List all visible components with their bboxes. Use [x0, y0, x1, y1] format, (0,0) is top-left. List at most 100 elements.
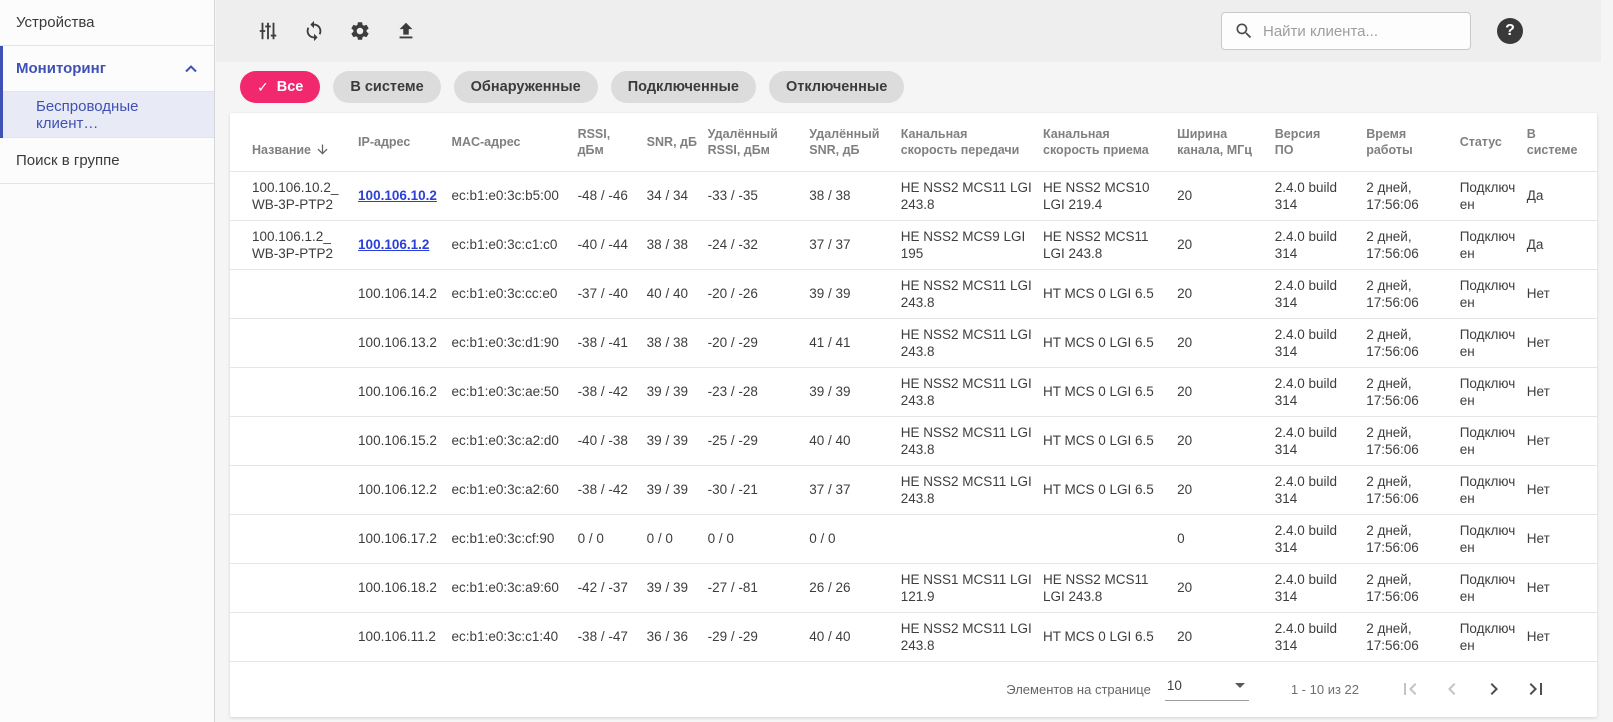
cell-ip-address: 100.106.14.2: [358, 269, 452, 318]
cell-remote-snr: 26 / 26: [809, 563, 900, 612]
last-page-button[interactable]: [1523, 676, 1549, 702]
sidebar-item-label: Устройства: [16, 14, 94, 31]
column-header-status[interactable]: Статус: [1460, 113, 1527, 171]
cell-tx-rate: HE NSS2 MCS11 LGI 243.8: [901, 465, 1043, 514]
cell-snr: 0 / 0: [647, 514, 708, 563]
cell-snr: 39 / 39: [647, 465, 708, 514]
cell-in-system: Да: [1527, 220, 1597, 269]
cell-remote-snr: 40 / 40: [809, 416, 900, 465]
cell-name: 100.106.1.2_ WB-3P-PTP2: [230, 220, 358, 269]
filter-settings-button[interactable]: [256, 19, 280, 43]
cell-snr: 39 / 39: [647, 563, 708, 612]
cell-name: [230, 563, 358, 612]
column-header-name[interactable]: Название: [230, 113, 358, 171]
clients-table: Название IP-адрес MAC-адрес RSSI, дБм SN…: [230, 113, 1597, 661]
column-header-snr[interactable]: SNR, дБ: [647, 113, 708, 171]
filter-chip-in-system[interactable]: В системе: [333, 71, 440, 103]
sidebar-item-wireless-clients[interactable]: Беспроводные клиент…: [3, 92, 214, 138]
cell-ip-address: 100.106.16.2: [358, 367, 452, 416]
column-header-remote-rssi[interactable]: Удалённый RSSI, дБм: [708, 113, 810, 171]
cell-mac-address: ec:b1:e0:3c:a2:60: [452, 465, 578, 514]
cell-tx-rate: HE NSS2 MCS11 LGI 243.8: [901, 612, 1043, 661]
cell-rx-rate: HE NSS2 MCS10 LGI 219.4: [1043, 171, 1177, 220]
cell-remote-rssi: -33 / -35: [708, 171, 810, 220]
items-per-page-select[interactable]: 10: [1165, 678, 1249, 701]
column-header-firmware[interactable]: Версия ПО: [1275, 113, 1366, 171]
sidebar-item-monitoring[interactable]: Мониторинг: [3, 46, 214, 92]
filter-chip-disconnected[interactable]: Отключенные: [769, 71, 904, 103]
column-header-rssi[interactable]: RSSI, дБм: [578, 113, 647, 171]
cell-rx-rate: HE NSS2 MCS11 LGI 243.8: [1043, 563, 1177, 612]
cell-remote-rssi: -30 / -21: [708, 465, 810, 514]
cell-uptime: 2 дней, 17:56:06: [1366, 220, 1460, 269]
column-header-tx-rate[interactable]: Канальная скорость передачи: [901, 113, 1043, 171]
cell-remote-rssi: -23 / -28: [708, 367, 810, 416]
column-header-rx-rate[interactable]: Канальная скорость приема: [1043, 113, 1177, 171]
next-page-button[interactable]: [1481, 676, 1507, 702]
refresh-icon: [303, 20, 325, 42]
cell-uptime: 2 дней, 17:56:06: [1366, 171, 1460, 220]
cell-snr: 38 / 38: [647, 318, 708, 367]
settings-button[interactable]: [348, 19, 372, 43]
last-page-icon: [1524, 677, 1548, 701]
column-label: Название: [252, 142, 311, 158]
sidebar-item-devices[interactable]: Устройства: [0, 0, 214, 46]
first-page-icon: [1398, 677, 1422, 701]
cell-remote-rssi: -25 / -29: [708, 416, 810, 465]
cell-channel-width: 20: [1177, 612, 1275, 661]
filter-chip-connected[interactable]: Подключенные: [611, 71, 756, 103]
cell-ip-address: 100.106.15.2: [358, 416, 452, 465]
table-row: 100.106.15.2 ec:b1:e0:3c:a2:d0 -40 / -38…: [230, 416, 1597, 465]
sidebar-section-monitoring: Мониторинг Беспроводные клиент…: [0, 46, 214, 138]
cell-ip-address-link[interactable]: 100.106.1.2: [358, 220, 452, 269]
cell-in-system: Нет: [1527, 269, 1597, 318]
cell-rx-rate: HT MCS 0 LGI 6.5: [1043, 367, 1177, 416]
cell-ip-address: 100.106.18.2: [358, 563, 452, 612]
cell-mac-address: ec:b1:e0:3c:cf:90: [452, 514, 578, 563]
cell-snr: 39 / 39: [647, 416, 708, 465]
cell-channel-width: 20: [1177, 563, 1275, 612]
cell-rx-rate: HT MCS 0 LGI 6.5: [1043, 318, 1177, 367]
filter-chips: ✓ Все В системе Обнаруженные Подключенны…: [216, 62, 1613, 103]
column-header-channel-width[interactable]: Ширина канала, МГц: [1177, 113, 1275, 171]
cell-channel-width: 20: [1177, 416, 1275, 465]
cell-tx-rate: HE NSS2 MCS11 LGI 243.8: [901, 171, 1043, 220]
cell-mac-address: ec:b1:e0:3c:ae:50: [452, 367, 578, 416]
sidebar-item-group-search[interactable]: Поиск в группе: [0, 138, 214, 184]
cell-uptime: 2 дней, 17:56:06: [1366, 367, 1460, 416]
cell-uptime: 2 дней, 17:56:06: [1366, 563, 1460, 612]
cell-name: 100.106.10.2_ WB-3P-PTP2: [230, 171, 358, 220]
filter-chip-discovered[interactable]: Обнаруженные: [454, 71, 598, 103]
cell-remote-snr: 0 / 0: [809, 514, 900, 563]
cell-name: [230, 318, 358, 367]
upload-button[interactable]: [394, 19, 418, 43]
help-button[interactable]: ?: [1497, 18, 1523, 44]
column-header-mac[interactable]: MAC-адрес: [452, 113, 578, 171]
cell-mac-address: ec:b1:e0:3c:a2:d0: [452, 416, 578, 465]
refresh-button[interactable]: [302, 19, 326, 43]
chip-label: В системе: [350, 79, 423, 95]
dropdown-caret-icon: [1235, 683, 1245, 688]
cell-channel-width: 20: [1177, 465, 1275, 514]
filter-chip-all[interactable]: ✓ Все: [240, 71, 320, 103]
cell-rssi: -38 / -42: [578, 465, 647, 514]
column-header-remote-snr[interactable]: Удалённый SNR, дБ: [809, 113, 900, 171]
cell-status: Подключен: [1460, 318, 1527, 367]
cell-remote-rssi: -20 / -29: [708, 318, 810, 367]
cell-tx-rate: HE NSS2 MCS9 LGI 195: [901, 220, 1043, 269]
cell-rx-rate: HT MCS 0 LGI 6.5: [1043, 416, 1177, 465]
column-header-in-system[interactable]: В системе: [1527, 113, 1597, 171]
chevron-right-icon: [1482, 677, 1506, 701]
cell-ip-address-link[interactable]: 100.106.10.2: [358, 171, 452, 220]
table-row: 100.106.18.2 ec:b1:e0:3c:a9:60 -42 / -37…: [230, 563, 1597, 612]
cell-rssi: 0 / 0: [578, 514, 647, 563]
cell-name: [230, 367, 358, 416]
column-header-uptime[interactable]: Время работы: [1366, 113, 1460, 171]
chevron-up-icon: [184, 62, 198, 76]
sidebar-item-label: Мониторинг: [16, 60, 106, 77]
cell-status: Подключен: [1460, 563, 1527, 612]
search-input[interactable]: [1263, 23, 1458, 40]
column-header-ip[interactable]: IP-адрес: [358, 113, 452, 171]
check-icon: ✓: [257, 79, 269, 96]
cell-remote-snr: 38 / 38: [809, 171, 900, 220]
